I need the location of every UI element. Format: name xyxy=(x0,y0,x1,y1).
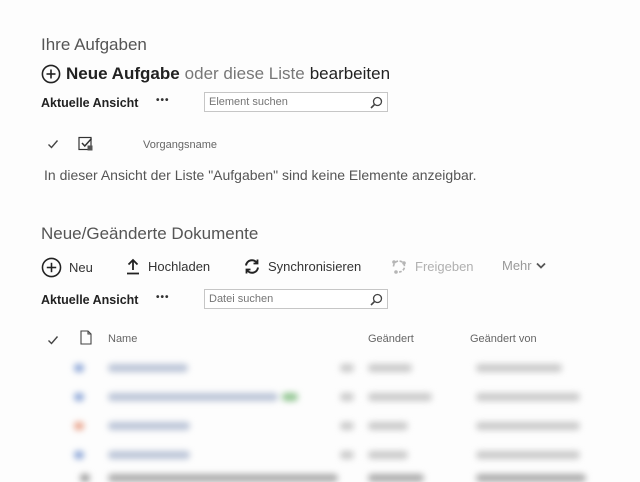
share-icon xyxy=(390,258,408,275)
column-header-modified-by[interactable]: Geändert von xyxy=(470,333,537,345)
documents-view-selector[interactable]: Aktuelle Ansicht xyxy=(41,293,138,307)
add-circle-icon xyxy=(41,257,62,278)
new-task-link[interactable]: Neue Aufgabe xyxy=(66,64,180,84)
sync-icon xyxy=(243,258,261,275)
tasks-search-input[interactable] xyxy=(209,96,359,108)
more-label: Mehr xyxy=(502,258,532,273)
chevron-down-icon xyxy=(535,262,546,270)
upload-button[interactable]: Hochladen xyxy=(125,258,210,275)
table-row[interactable] xyxy=(72,447,592,463)
share-label: Freigeben xyxy=(415,259,474,274)
column-header-modified[interactable]: Geändert xyxy=(368,333,414,345)
sync-label: Synchronisieren xyxy=(268,259,362,274)
column-header-task-name[interactable]: Vorgangsname xyxy=(143,139,217,151)
tasks-view-selector[interactable]: Aktuelle Ansicht xyxy=(41,96,138,110)
tasks-empty-message: In dieser Ansicht der Liste "Aufgaben" s… xyxy=(44,167,477,183)
table-row[interactable] xyxy=(72,360,592,376)
select-all-check-icon[interactable] xyxy=(47,137,59,155)
table-row[interactable] xyxy=(72,418,592,434)
table-row[interactable] xyxy=(72,472,592,482)
upload-label: Hochladen xyxy=(148,259,211,274)
new-document-label: Neu xyxy=(69,260,93,275)
tasks-search-box xyxy=(204,92,388,112)
add-circle-icon[interactable] xyxy=(41,64,61,84)
upload-arrow-icon xyxy=(125,258,141,275)
share-button[interactable]: Freigeben xyxy=(390,258,474,275)
more-menu-button[interactable]: Mehr xyxy=(502,258,546,273)
sync-button[interactable]: Synchronisieren xyxy=(243,258,361,275)
edit-list-link[interactable]: bearbeiten xyxy=(310,64,390,84)
search-icon[interactable] xyxy=(370,293,383,306)
task-checkbox-icon xyxy=(78,136,94,157)
file-type-icon xyxy=(80,330,92,350)
documents-heading: Neue/Geänderte Dokumente xyxy=(41,224,259,243)
search-icon[interactable] xyxy=(370,96,383,109)
documents-search-input[interactable] xyxy=(209,293,359,305)
documents-more-options-button[interactable]: ••• xyxy=(156,292,170,303)
new-task-row: Neue Aufgabe oder diese Liste bearbeiten xyxy=(41,64,390,84)
select-all-check-icon[interactable] xyxy=(47,333,59,351)
tasks-more-options-button[interactable]: ••• xyxy=(156,95,170,106)
documents-search-box xyxy=(204,289,388,309)
new-document-button[interactable]: Neu xyxy=(41,257,93,278)
table-row[interactable] xyxy=(72,389,592,405)
or-edit-text: oder diese Liste xyxy=(184,64,305,83)
column-header-name[interactable]: Name xyxy=(108,333,137,345)
tasks-heading: Ihre Aufgaben xyxy=(41,35,147,54)
